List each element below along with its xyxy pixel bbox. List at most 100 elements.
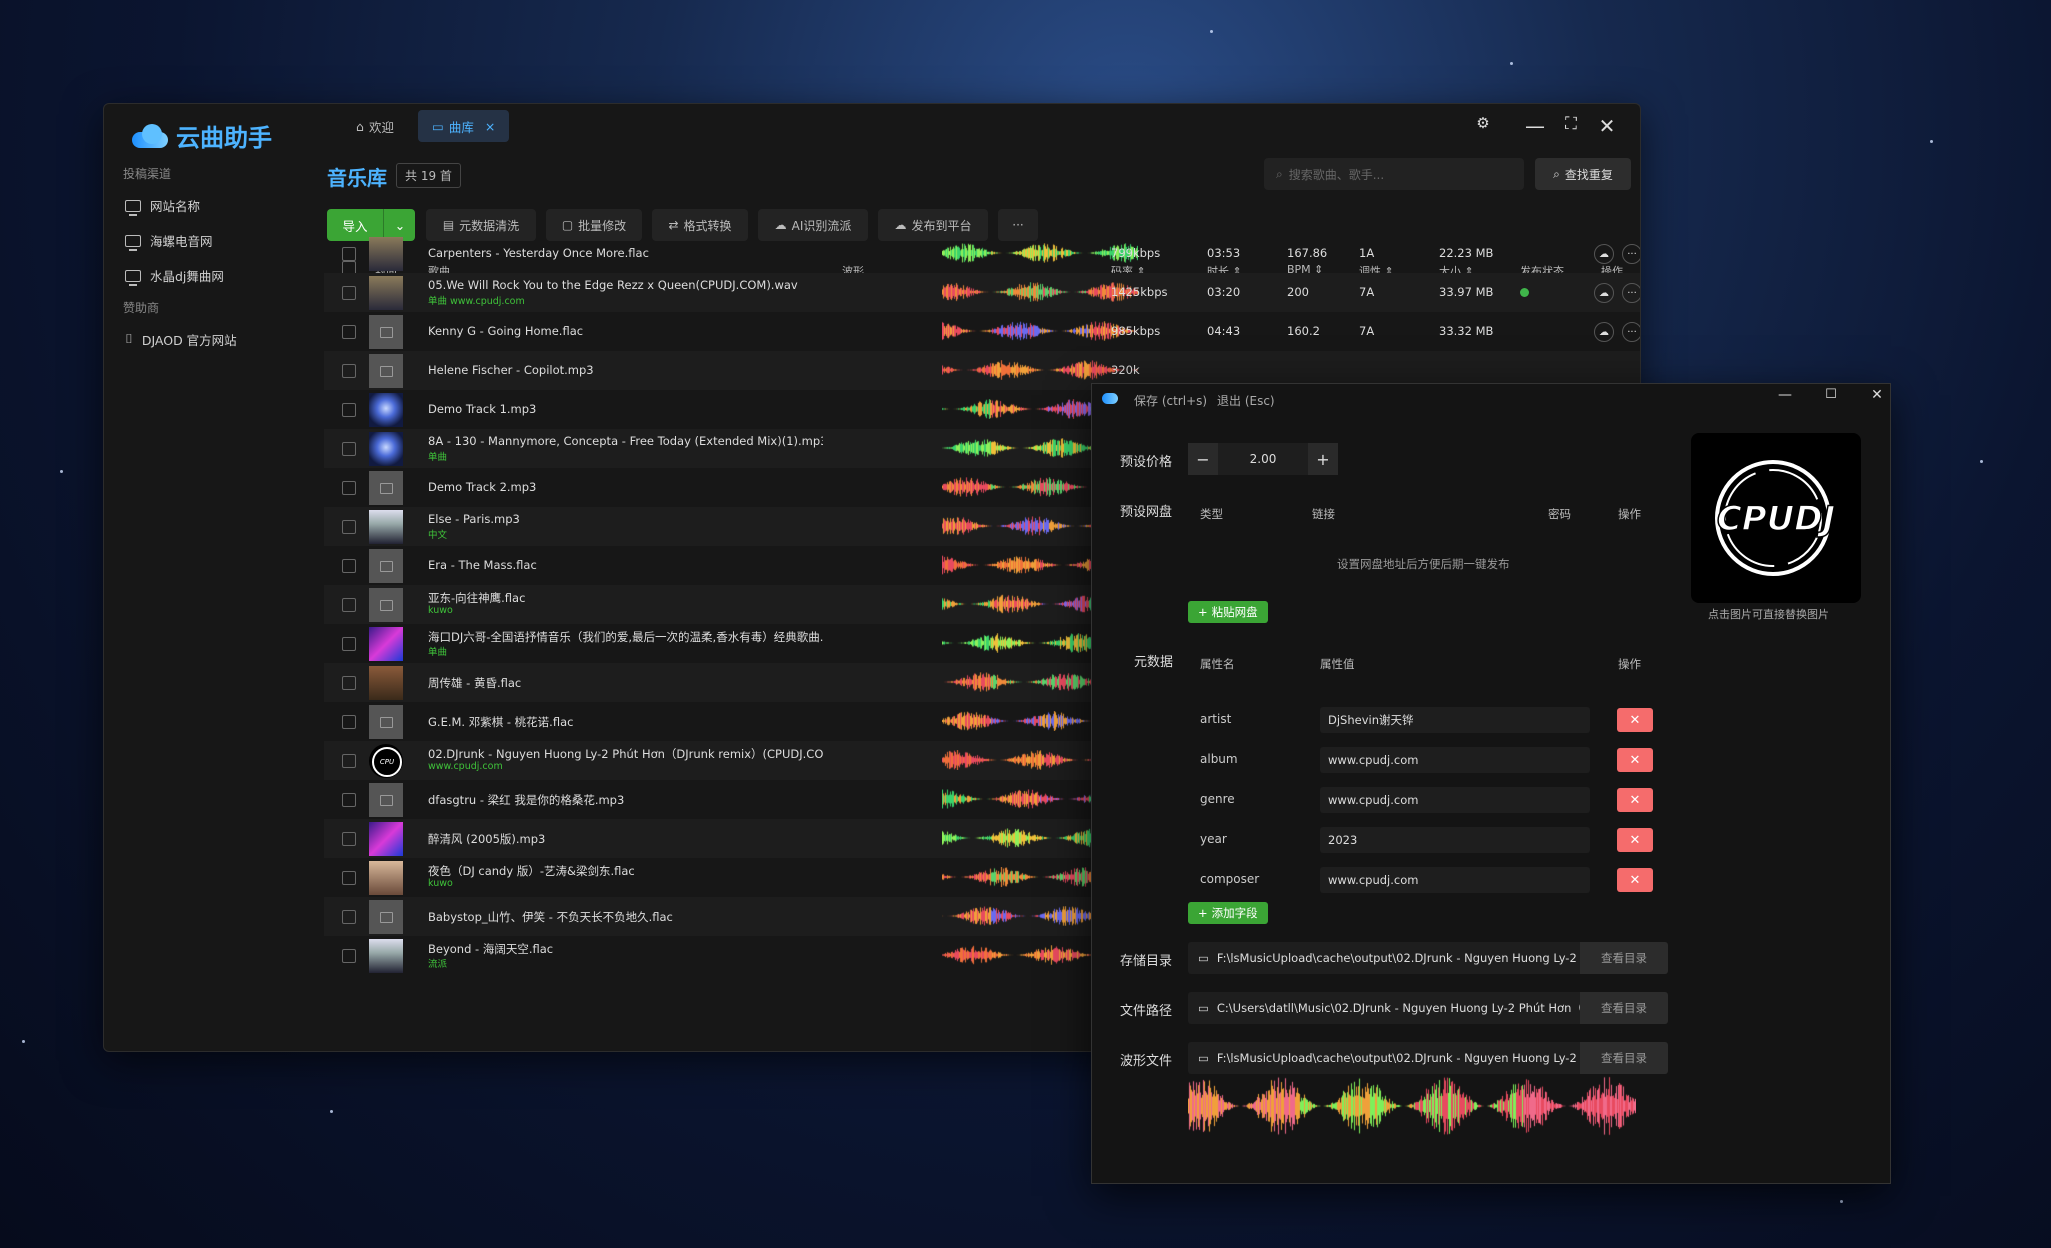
track-name: 02.DJrunk - Nguyen Huong Ly-2 Phút Hơn（D… [428, 747, 823, 761]
find-duplicates-button[interactable]: ⌕ 查找重复 [1535, 158, 1631, 190]
row-checkbox[interactable] [342, 949, 356, 963]
track-name: Era - The Mass.flac [428, 558, 537, 572]
sidebar-item-shuijing[interactable]: 水晶dj舞曲网 [125, 266, 224, 286]
image-placeholder-icon [380, 327, 393, 338]
paste-netdisk-button[interactable]: + 粘贴网盘 [1188, 601, 1268, 623]
storage-path-field[interactable]: ▭ F:\lsMusicUpload\cache\output\02.DJrunk… [1188, 942, 1580, 974]
exit-button[interactable]: 退出 (Esc) [1217, 392, 1275, 409]
table-row[interactable]: 05.We Will Rock You to the Edge Rezz x Q… [324, 273, 1640, 312]
document-icon: ▤ [442, 218, 455, 232]
settings-gear-icon[interactable]: ⚙ [1470, 114, 1496, 132]
sidebar-item-hailuo[interactable]: 海螺电音网 [125, 231, 213, 251]
meta-key: artist [1200, 712, 1232, 726]
row-checkbox[interactable] [342, 871, 356, 885]
upload-icon[interactable]: ☁ [1594, 283, 1614, 303]
storage-open-dir-button[interactable]: 查看目录 [1580, 942, 1668, 974]
row-checkbox[interactable] [342, 520, 356, 534]
save-button[interactable]: 保存 (ctrl+s) [1134, 392, 1207, 409]
minus-icon[interactable]: − [1188, 443, 1218, 475]
track-name: Demo Track 1.mp3 [428, 402, 537, 416]
table-row[interactable]: Kenny G - Going Home.flac 985kbps 04:43 … [324, 312, 1640, 351]
sidebar-item-site[interactable]: 网站名称 [125, 196, 200, 216]
track-name: 05.We Will Rock You to the Edge Rezz x Q… [428, 278, 798, 292]
row-checkbox[interactable] [342, 325, 356, 339]
cover-thumb [369, 705, 403, 739]
track-name: G.E.M. 邓紫棋 - 桃花诺.flac [428, 715, 574, 729]
sidebar-section-sponsor: 赞助商 [123, 301, 160, 315]
search-input[interactable]: ⌕ 搜索歌曲、歌手... [1264, 158, 1524, 190]
row-checkbox[interactable] [342, 481, 356, 495]
delete-field-button[interactable]: ✕ [1617, 748, 1653, 772]
netdisk-empty-text: 设置网盘地址后方便后期一键发布 [1337, 557, 1510, 571]
row-checkbox[interactable] [342, 715, 356, 729]
image-placeholder-icon [380, 366, 393, 377]
close-window-icon[interactable]: ✕ [1594, 114, 1620, 138]
row-checkbox[interactable] [342, 598, 356, 612]
row-checkbox[interactable] [342, 286, 356, 300]
upload-icon[interactable]: ☁ [1594, 244, 1614, 264]
meta-value-input[interactable]: 2023 [1320, 827, 1590, 853]
track-name: Babystop_山竹、伊笑 - 不负天长不负地久.flac [428, 910, 673, 924]
maximize-icon[interactable]: ⛶ [1558, 114, 1584, 134]
more-icon[interactable]: ··· [1622, 283, 1640, 303]
row-checkbox[interactable] [342, 403, 356, 417]
plus-icon[interactable]: + [1308, 443, 1338, 475]
add-field-button[interactable]: + 添加字段 [1188, 902, 1268, 924]
row-checkbox[interactable] [342, 676, 356, 690]
sidebar-item-djaod[interactable]: ⌷ DJAOD 官方网站 [125, 330, 237, 349]
row-checkbox[interactable] [342, 637, 356, 651]
cover-image[interactable]: CPUDJ [1691, 433, 1861, 603]
cover-thumb [369, 939, 403, 973]
delete-field-button[interactable]: ✕ [1617, 708, 1653, 732]
track-bitrate: 320k [1111, 363, 1140, 377]
upload-icon[interactable]: ☁ [1594, 322, 1614, 342]
meta-value-input[interactable]: www.cpudj.com [1320, 867, 1590, 893]
track-name: 8A - 130 - Mannymore, Concepta - Free To… [428, 434, 823, 448]
search-icon: ⌕ [1553, 166, 1560, 181]
track-name: Carpenters - Yesterday Once More.flac [428, 246, 649, 260]
row-checkbox[interactable] [342, 442, 356, 456]
minimize-icon[interactable]: — [1522, 114, 1548, 138]
track-name: Kenny G - Going Home.flac [428, 324, 584, 338]
price-label: 预设价格 [1120, 455, 1173, 470]
row-checkbox[interactable] [342, 754, 356, 768]
file-path-field[interactable]: ▭ C:\Users\datll\Music\02.DJrunk - Nguyen… [1188, 992, 1580, 1024]
delete-field-button[interactable]: ✕ [1617, 788, 1653, 812]
table-row[interactable]: Carpenters - Yesterday Once More.flac 79… [324, 234, 1640, 273]
track-name: Helene Fischer - Copilot.mp3 [428, 363, 594, 377]
row-checkbox[interactable] [342, 247, 356, 261]
minimize-icon[interactable]: — [1772, 387, 1798, 403]
price-stepper[interactable]: − 2.00 + [1188, 443, 1338, 475]
row-checkbox[interactable] [342, 832, 356, 846]
row-checkbox[interactable] [342, 559, 356, 573]
delete-field-button[interactable]: ✕ [1617, 828, 1653, 852]
close-icon: ✕ [1629, 792, 1641, 808]
wave-file-field[interactable]: ▭ F:\lsMusicUpload\cache\output\02.DJrunk… [1188, 1042, 1580, 1074]
meta-value-input[interactable]: www.cpudj.com [1320, 787, 1590, 813]
meta-value-input[interactable]: www.cpudj.com [1320, 747, 1590, 773]
track-tag: 单曲 [428, 452, 448, 463]
more-icon[interactable]: ··· [1622, 322, 1640, 342]
maximize-icon[interactable]: ☐ [1818, 387, 1844, 402]
close-icon: ✕ [1629, 752, 1641, 768]
meta-key: album [1200, 752, 1238, 766]
close-icon: ✕ [1629, 872, 1641, 888]
app-name: 云曲助手 [176, 124, 272, 152]
close-tab-icon[interactable]: × [485, 119, 495, 134]
netdisk-col-type: 类型 [1200, 507, 1223, 521]
tab-welcome[interactable]: ⌂ 欢迎 [342, 110, 408, 142]
close-icon: ✕ [1629, 712, 1641, 728]
row-checkbox[interactable] [342, 910, 356, 924]
delete-field-button[interactable]: ✕ [1617, 868, 1653, 892]
close-window-icon[interactable]: ✕ [1864, 387, 1890, 403]
cover-thumb [369, 393, 403, 427]
price-value[interactable]: 2.00 [1218, 443, 1308, 475]
row-checkbox[interactable] [342, 364, 356, 378]
app-logo: 云曲助手 [132, 118, 272, 153]
file-open-dir-button[interactable]: 查看目录 [1580, 992, 1668, 1024]
wave-open-dir-button[interactable]: 查看目录 [1580, 1042, 1668, 1074]
more-icon[interactable]: ··· [1622, 244, 1640, 264]
meta-value-input[interactable]: DjShevin谢天铧 [1320, 707, 1590, 733]
tab-library[interactable]: ▭ 曲库 × [418, 110, 510, 142]
row-checkbox[interactable] [342, 793, 356, 807]
